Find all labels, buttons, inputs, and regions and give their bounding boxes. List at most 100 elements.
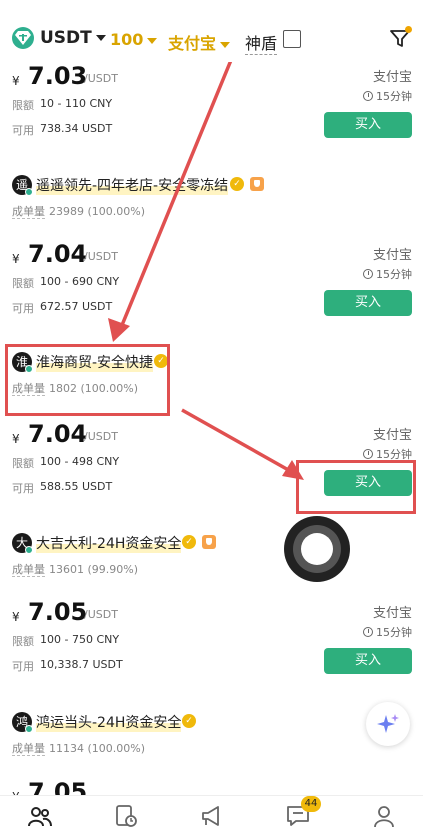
payment-method: 支付宝	[372, 248, 412, 263]
coin-selector-label: USDT	[40, 28, 92, 48]
nav-p2p[interactable]	[28, 804, 52, 828]
price-value: 7.03	[28, 62, 88, 90]
floating-assistive-button[interactable]	[284, 516, 350, 582]
payment-method: 支付宝	[372, 70, 412, 85]
online-status-dot	[25, 546, 33, 554]
payment-filter[interactable]: 支付宝	[168, 30, 231, 54]
available-label: 可用	[12, 124, 34, 137]
limit-label: 限额	[12, 635, 34, 648]
clock-icon	[363, 91, 373, 101]
message-count-badge: 44	[301, 796, 321, 812]
payment-time-limit: 15分钟	[363, 88, 412, 104]
price-value: 7.05	[28, 598, 88, 626]
order-count-value: 13601 (99.90%)	[49, 563, 139, 576]
clock-icon	[363, 449, 373, 459]
available-label: 可用	[12, 482, 34, 495]
merchant-stats: 成单量 23989 (100.00%)	[12, 203, 145, 219]
price-value: 7.04	[28, 240, 88, 268]
available-label: 可用	[12, 302, 34, 315]
p2p-ad-list[interactable]: ¥ 7.03 /USDT 限额 10 - 110 CNY 可用 738.34 U…	[0, 0, 423, 795]
currency-symbol: ¥	[12, 432, 20, 446]
merchant-header[interactable]: 鸿 鸿运当头-24H资金安全 ✓ 成单量 11134 (100.00%)	[12, 712, 212, 756]
currency-symbol: ¥	[12, 74, 20, 88]
verified-badge-icon: ✓	[182, 535, 196, 549]
merchant-name: 遥遥领先-四年老店-安全零冻结	[36, 175, 229, 195]
usdt-coin-icon	[12, 27, 34, 49]
order-count-value: 23989 (100.00%)	[49, 205, 146, 218]
chevron-down-icon	[220, 41, 231, 48]
price-value: 7.04	[28, 420, 88, 448]
deposit-shield-icon	[202, 535, 216, 549]
buy-button[interactable]: 买入	[324, 648, 412, 674]
nav-orders[interactable]	[114, 804, 138, 828]
clock-icon	[363, 627, 373, 637]
currency-symbol: ¥	[12, 252, 20, 266]
merchant-name: 大吉大利-24H资金安全	[36, 533, 182, 553]
nav-ads[interactable]	[200, 804, 224, 828]
deposit-shield-icon	[250, 177, 264, 191]
limit-value: 10 - 110 CNY	[40, 97, 113, 110]
payment-time-limit: 15分钟	[363, 624, 412, 640]
online-status-dot	[25, 188, 33, 196]
merchant-header[interactable]: 大 大吉大利-24H资金安全 ✓ 成单量 13601 (99.90%)	[12, 533, 232, 577]
price-unit: /USDT	[84, 608, 118, 621]
shield-filter-checkbox[interactable]	[283, 30, 301, 48]
chevron-down-icon	[95, 35, 106, 41]
verified-badge-icon: ✓	[182, 714, 196, 728]
amount-filter-label: 100	[110, 30, 144, 49]
buy-button[interactable]: 买入	[324, 290, 412, 316]
payment-time-limit: 15分钟	[363, 266, 412, 282]
amount-filter[interactable]: 100	[110, 30, 158, 49]
online-status-dot	[25, 725, 33, 733]
available-value: 738.34 USDT	[40, 122, 113, 135]
nav-profile[interactable]	[372, 804, 396, 828]
price-unit: /USDT	[84, 250, 118, 263]
order-count-label: 成单量	[12, 563, 45, 577]
available-value: 588.55 USDT	[40, 480, 113, 493]
verified-badge-icon: ✓	[230, 177, 244, 191]
time-limit-text: 15分钟	[376, 268, 412, 281]
ad-offer: ¥ 7.05 /USDT 限额 100 - 750 CNY 可用 10,338.…	[12, 598, 412, 688]
filter-bar: USDT 100 支付宝 神盾	[0, 0, 423, 62]
users-icon	[28, 807, 52, 827]
limit-label: 限额	[12, 99, 34, 112]
order-clock-icon	[116, 805, 137, 827]
bottom-nav: 44	[0, 795, 423, 829]
time-limit-text: 15分钟	[376, 90, 412, 103]
limit-value: 100 - 750 CNY	[40, 633, 120, 646]
payment-method: 支付宝	[372, 428, 412, 443]
merchant-name: 鸿运当头-24H资金安全	[36, 712, 182, 732]
price-unit: /USDT	[84, 430, 118, 443]
filter-funnel-icon[interactable]	[390, 30, 410, 52]
merchant-stats: 成单量 13601 (99.90%)	[12, 561, 138, 577]
available-value: 672.57 USDT	[40, 300, 113, 313]
limit-value: 100 - 498 CNY	[40, 455, 120, 468]
order-count-label: 成单量	[12, 742, 45, 756]
currency-symbol: ¥	[12, 610, 20, 624]
limit-label: 限额	[12, 277, 34, 290]
payment-filter-label: 支付宝	[168, 34, 217, 53]
order-count-label: 成单量	[12, 205, 45, 219]
ad-offer: ¥ 7.05	[12, 778, 412, 795]
available-value: 10,338.7 USDT	[40, 658, 123, 671]
filter-active-dot	[405, 26, 412, 33]
merchant-header[interactable]: 遥 遥遥领先-四年老店-安全零冻结 ✓ 成单量 23989 (100.00%)	[12, 175, 312, 219]
ai-assistant-button[interactable]	[366, 702, 410, 746]
megaphone-icon	[202, 806, 219, 826]
buy-button-highlight-box	[296, 460, 416, 514]
ad-offer: ¥ 7.03 /USDT 限额 10 - 110 CNY 可用 738.34 U…	[12, 62, 412, 152]
time-limit-text: 15分钟	[376, 626, 412, 639]
clock-icon	[363, 269, 373, 279]
price-unit: /USDT	[84, 72, 118, 85]
ad-offer: ¥ 7.04 /USDT 限额 100 - 690 CNY 可用 672.57 …	[12, 240, 412, 330]
merchant-stats: 成单量 11134 (100.00%)	[12, 740, 145, 756]
limit-label: 限额	[12, 457, 34, 470]
shield-filter-label: 神盾	[245, 30, 278, 55]
buy-button[interactable]: 买入	[324, 112, 412, 138]
merchant-highlight-box	[5, 344, 170, 416]
user-icon	[374, 806, 394, 828]
order-count-value: 11134 (100.00%)	[49, 742, 146, 755]
coin-selector[interactable]: USDT	[40, 28, 106, 48]
payment-method: 支付宝	[372, 606, 412, 621]
sparkle-icon	[377, 714, 399, 733]
